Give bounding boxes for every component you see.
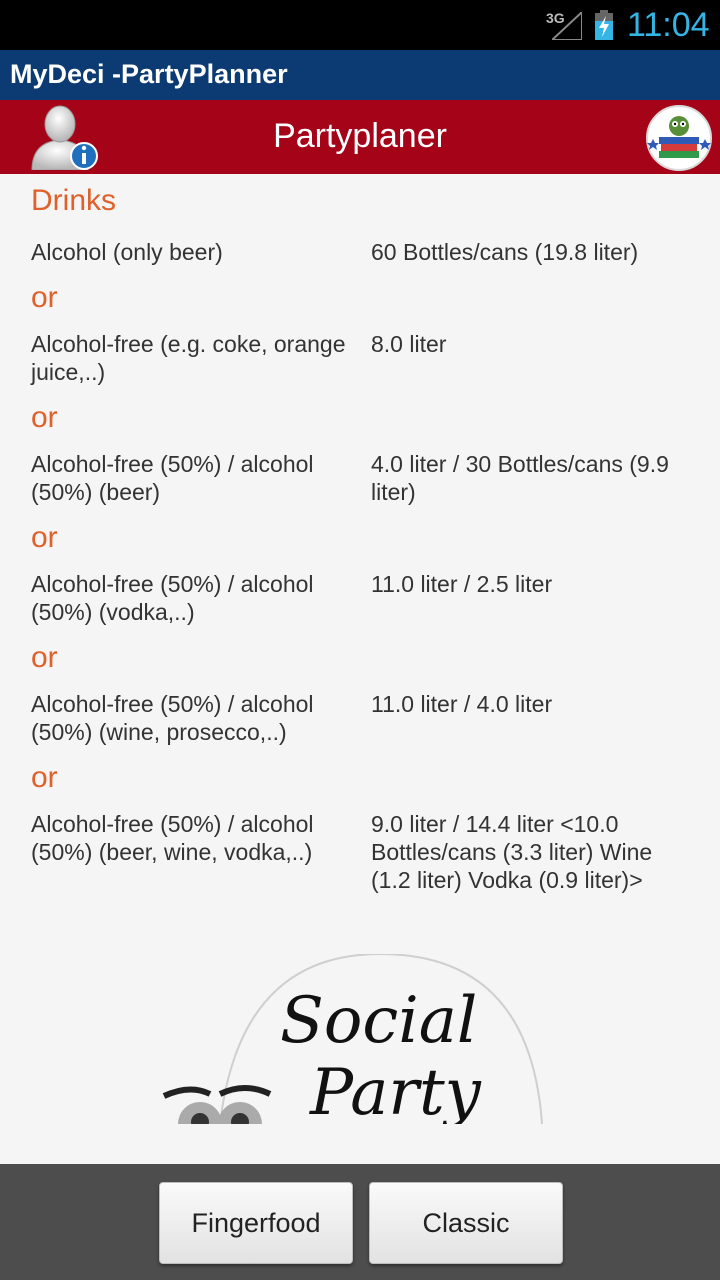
or-separator: or xyxy=(31,521,58,554)
app-title-bar: MyDeci -PartyPlanner xyxy=(0,50,720,100)
drink-option-value: 11.0 liter / 2.5 liter xyxy=(371,571,553,597)
page-header: Partyplaner xyxy=(0,100,720,174)
drink-option-label: Alcohol (only beer) xyxy=(31,239,223,265)
drink-option-label: Alcohol-free (50%) / alcohol (50%) (beer… xyxy=(31,451,314,505)
or-separator: or xyxy=(31,401,58,434)
page-title: Partyplaner xyxy=(273,117,447,155)
drink-option-value: 9.0 liter / 14.4 liter <10.0 Bottles/can… xyxy=(371,811,653,893)
app-title: MyDeci -PartyPlanner xyxy=(10,59,288,89)
social-logo-line1: Social xyxy=(280,984,477,1058)
drink-option-label: Alcohol-free (50%) / alcohol (50%) (beer… xyxy=(31,811,314,865)
or-separator: or xyxy=(31,761,58,794)
user-info-icon[interactable] xyxy=(30,104,100,170)
clock: 11:04 xyxy=(627,6,710,44)
drink-option-value: 8.0 liter xyxy=(371,331,447,357)
battery-charging-icon xyxy=(595,10,613,40)
status-bar: 3G 11:04 xyxy=(0,0,720,50)
drinks-content[interactable]: Drinks Alcohol (only beer) 60 Bottles/ca… xyxy=(0,174,720,1164)
drink-option-value: 11.0 liter / 4.0 liter xyxy=(371,691,553,717)
drink-option-label: Alcohol-free (e.g. coke, orange juice,..… xyxy=(31,331,346,385)
fingerfood-button[interactable]: Fingerfood xyxy=(159,1182,353,1264)
drink-option-label: Alcohol-free (50%) / alcohol (50%) (wine… xyxy=(31,691,314,745)
classic-button[interactable]: Classic xyxy=(369,1182,563,1264)
or-separator: or xyxy=(31,641,58,674)
social-party-logo: Social Party xyxy=(162,954,543,1124)
drink-option-value: 4.0 liter / 30 Bottles/cans (9.9 liter) xyxy=(371,451,669,505)
social-logo-line2: Party xyxy=(309,1056,482,1124)
bottom-button-bar xyxy=(0,1164,720,1280)
section-title-drinks: Drinks xyxy=(31,184,117,217)
drink-option-label: Alcohol-free (50%) / alcohol (50%) (vodk… xyxy=(31,571,314,625)
or-separator: or xyxy=(31,281,58,314)
owl-books-logo-icon[interactable] xyxy=(645,105,713,171)
owl-icon xyxy=(162,1085,272,1124)
signal-icon xyxy=(552,12,582,40)
drink-option-value: 60 Bottles/cans (19.8 liter) xyxy=(371,239,639,265)
